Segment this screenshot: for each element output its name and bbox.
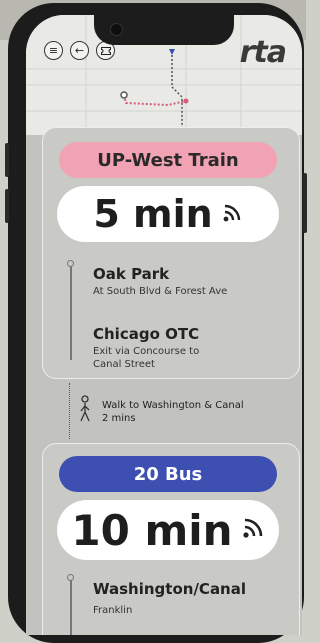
app-screen: ≡ ← rta UP-West Train 5 min Oak Park At …: [26, 15, 302, 635]
menu-icon: ≡: [48, 44, 59, 57]
back-button[interactable]: ←: [70, 41, 89, 60]
stop-name-chicago-otc: Chicago OTC: [93, 325, 200, 343]
route-timeline: [70, 264, 72, 360]
camera-icon: [110, 23, 123, 36]
realtime-signal-icon: [242, 516, 265, 544]
route-badge-bus: 20 Bus: [59, 456, 277, 492]
stop-name-washington-canal: Washington/Canal: [93, 580, 247, 598]
walk-text: Walk to Washington & Canal: [102, 400, 244, 411]
walk-duration: 2 mins: [102, 413, 136, 424]
stop-marker-bus: [67, 574, 74, 581]
route-line-train: [123, 94, 187, 107]
walking-person-icon: [78, 395, 92, 423]
volume-down-button: [5, 189, 9, 223]
back-arrow-icon: ←: [74, 44, 85, 57]
arrival-time-bus: 10 min: [57, 500, 279, 560]
map-stop-marker: [183, 98, 189, 104]
bus-route-timeline: [70, 578, 72, 635]
rta-logo: rta: [239, 35, 287, 70]
map-origin-marker: [120, 91, 128, 99]
ticket-icon: [100, 46, 111, 55]
route-badge-train: UP-West Train: [59, 142, 277, 178]
phone-frame: ≡ ← rta UP-West Train 5 min Oak Park At …: [5, 3, 307, 643]
stop-detail-chicago-otc: Exit via Concourse to Canal Street: [93, 346, 200, 370]
arrival-time-train: 5 min: [57, 186, 279, 242]
stop-detail-franklin: Franklin: [93, 605, 133, 616]
stop-name-oak-park: Oak Park: [93, 265, 170, 283]
train-leg-card[interactable]: UP-West Train 5 min Oak Park At South Bl…: [42, 127, 300, 379]
stop-marker-origin: [67, 260, 74, 267]
route-line-walk: [171, 55, 183, 135]
realtime-signal-icon: [223, 200, 243, 228]
bus-leg-card[interactable]: 20 Bus 10 min Washington/Canal Franklin: [42, 443, 300, 635]
volume-up-button: [5, 143, 9, 177]
power-button: [303, 173, 307, 233]
phone-notch: [94, 15, 234, 45]
stop-detail-oak-park: At South Blvd & Forest Ave: [93, 286, 228, 297]
arrival-time-bus-text: 10 min: [71, 505, 233, 555]
menu-button[interactable]: ≡: [44, 41, 63, 60]
walk-timeline: [69, 383, 70, 439]
map-location-pin: [169, 49, 175, 55]
arrival-time-train-text: 5 min: [93, 192, 213, 236]
walk-instruction: Walk to Washington & Canal 2 mins: [102, 399, 244, 425]
